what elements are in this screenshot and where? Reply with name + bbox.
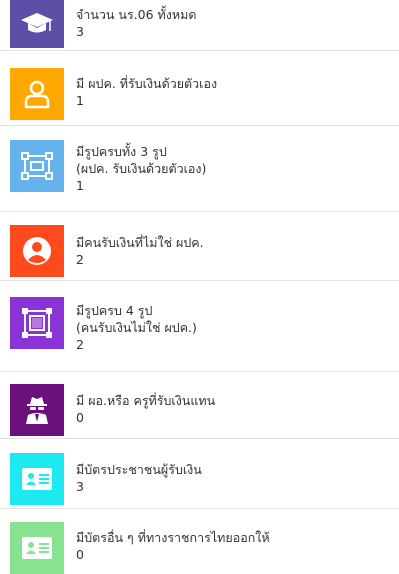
user-circle-icon <box>23 237 51 265</box>
item-label: มีบัตรอื่น ๆ ที่ทางราชการไทยออกให้ <box>76 530 270 545</box>
list-item[interactable]: จำนวน นร.06 ทั้งหมด 3 <box>0 0 399 51</box>
item-label: มีรูปครบทั้ง 3 รูป <box>76 144 167 159</box>
icon-tile <box>10 297 64 349</box>
icon-tile <box>10 68 64 120</box>
item-sublabel: (ผปค. รับเงินด้วยตัวเอง) <box>76 161 207 176</box>
icon-tile <box>10 0 64 48</box>
id-badge-icon <box>22 537 52 559</box>
icon-tile <box>10 225 64 277</box>
list-item[interactable]: มีบัตรประชาชนผู้รับเงิน 3 <box>0 439 399 509</box>
item-count: 3 <box>76 479 84 494</box>
list-item[interactable]: มีรูปครบทั้ง 3 รูป (ผปค. รับเงินด้วยตัวเ… <box>0 126 399 212</box>
icon-tile <box>10 140 64 192</box>
item-label: จำนวน นร.06 ทั้งหมด <box>76 7 197 22</box>
object-group-icon <box>22 308 52 338</box>
icon-tile <box>10 453 64 505</box>
item-count: 3 <box>76 24 84 39</box>
item-count: 0 <box>76 410 84 425</box>
item-label: มี ผอ.หรือ ครูที่รับเงินแทน <box>76 393 216 408</box>
item-label: มีรูปครบ 4 รูป <box>76 303 153 318</box>
user-secret-icon <box>26 397 48 424</box>
id-card-icon <box>22 468 52 490</box>
item-sublabel: (คนรับเงินไม่ใช่ ผปค.) <box>76 320 197 335</box>
graduation-cap-icon <box>21 13 53 33</box>
item-label: มีคนรับเงินที่ไม่ใช่ ผปค. <box>76 235 204 250</box>
selection-frame-icon <box>21 152 53 180</box>
item-count: 1 <box>76 93 84 108</box>
item-count: 1 <box>76 178 84 193</box>
item-label: มี ผปค. ที่รับเงินด้วยตัวเอง <box>76 76 218 91</box>
item-count: 2 <box>76 337 84 352</box>
list-item[interactable]: มีคนรับเงินที่ไม่ใช่ ผปค. 2 <box>0 212 399 281</box>
icon-tile <box>10 522 64 574</box>
item-count: 0 <box>76 547 84 562</box>
list-item[interactable]: มี ผปค. ที่รับเงินด้วยตัวเอง 1 <box>0 51 399 126</box>
list-item[interactable]: มี ผอ.หรือ ครูที่รับเงินแทน 0 <box>0 372 399 439</box>
list-item[interactable]: มีรูปครบ 4 รูป (คนรับเงินไม่ใช่ ผปค.) 2 <box>0 281 399 372</box>
item-count: 2 <box>76 252 84 267</box>
user-outline-icon <box>24 80 50 109</box>
item-label: มีบัตรประชาชนผู้รับเงิน <box>76 462 202 477</box>
icon-tile <box>10 384 64 436</box>
list-item[interactable]: มีบัตรอื่น ๆ ที่ทางราชการไทยออกให้ 0 <box>0 509 399 574</box>
